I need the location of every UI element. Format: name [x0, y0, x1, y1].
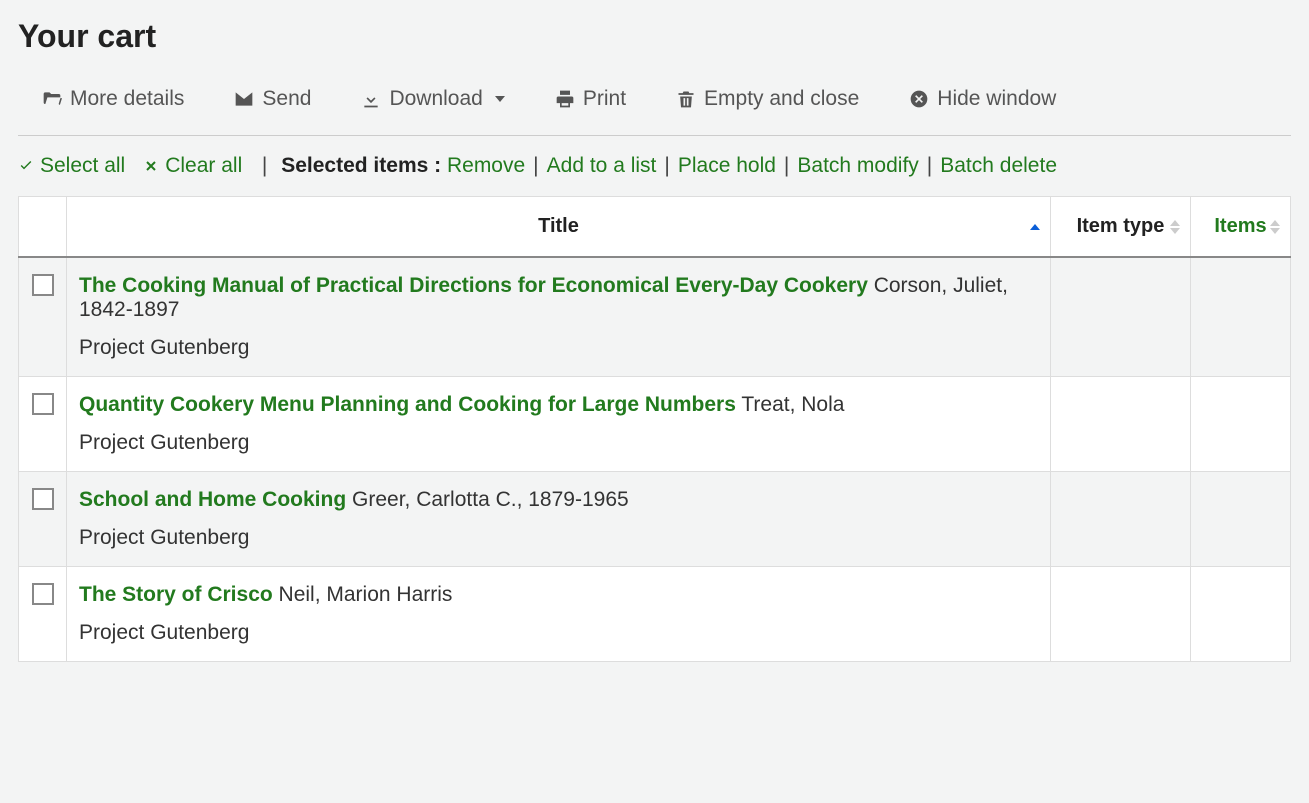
title-cell: Quantity Cookery Menu Planning and Cooki… — [67, 377, 1051, 472]
page-title: Your cart — [18, 18, 1291, 55]
hide-window-label: Hide window — [937, 87, 1056, 111]
col-items[interactable]: Items — [1191, 197, 1291, 258]
row-checkbox[interactable] — [32, 488, 54, 510]
add-to-list-link[interactable]: Add to a list — [547, 154, 657, 178]
table-row: The Story of Crisco Neil, Marion Harris P… — [19, 567, 1291, 662]
item-publisher: Project Gutenberg — [79, 431, 1038, 455]
row-checkbox[interactable] — [32, 583, 54, 605]
send-button[interactable]: Send — [234, 87, 311, 111]
chevron-down-icon — [495, 96, 505, 102]
title-cell: The Story of Crisco Neil, Marion Harris P… — [67, 567, 1051, 662]
download-label: Download — [389, 87, 482, 111]
col-title-label: Title — [538, 215, 579, 237]
print-button[interactable]: Print — [555, 87, 626, 111]
table-row: Quantity Cookery Menu Planning and Cooki… — [19, 377, 1291, 472]
table-header-row: Title Item type Items — [19, 197, 1291, 258]
checkbox-cell — [19, 567, 67, 662]
item-author: Treat, Nola — [736, 393, 845, 416]
row-checkbox[interactable] — [32, 393, 54, 415]
download-button[interactable]: Download — [361, 87, 504, 111]
print-icon — [555, 89, 575, 109]
sort-asc-icon — [1270, 220, 1280, 226]
checkbox-cell — [19, 257, 67, 377]
checkbox-cell — [19, 377, 67, 472]
empty-close-label: Empty and close — [704, 87, 859, 111]
item-publisher: Project Gutenberg — [79, 336, 1038, 360]
items-cell — [1191, 257, 1291, 377]
selection-bar: Select all Clear all | Selected items : … — [18, 154, 1291, 178]
check-icon — [18, 158, 34, 174]
row-checkbox[interactable] — [32, 274, 54, 296]
send-label: Send — [262, 87, 311, 111]
remove-link[interactable]: Remove — [447, 154, 525, 178]
item-publisher: Project Gutenberg — [79, 526, 1038, 550]
col-checkbox — [19, 197, 67, 258]
item-title-link[interactable]: School and Home Cooking — [79, 488, 346, 511]
envelope-icon — [234, 89, 254, 109]
selected-items-label: Selected items : — [281, 154, 441, 178]
checkbox-cell — [19, 472, 67, 567]
item-publisher: Project Gutenberg — [79, 621, 1038, 645]
item-title-link[interactable]: The Story of Crisco — [79, 583, 273, 606]
separator: | — [784, 154, 789, 178]
batch-delete-link[interactable]: Batch delete — [940, 154, 1057, 178]
sort-indicator — [1170, 220, 1180, 234]
title-cell: The Cooking Manual of Practical Directio… — [67, 257, 1051, 377]
select-all-label: Select all — [40, 154, 125, 178]
items-cell — [1191, 472, 1291, 567]
print-label: Print — [583, 87, 626, 111]
item-type-cell — [1051, 472, 1191, 567]
item-type-cell — [1051, 377, 1191, 472]
folder-open-icon — [42, 89, 62, 109]
item-type-cell — [1051, 257, 1191, 377]
items-cell — [1191, 567, 1291, 662]
download-icon — [361, 89, 381, 109]
toolbar: More details Send Download Print — [18, 79, 1291, 136]
title-cell: School and Home Cooking Greer, Carlotta … — [67, 472, 1051, 567]
items-cell — [1191, 377, 1291, 472]
trash-icon — [676, 89, 696, 109]
col-items-label: Items — [1214, 215, 1266, 237]
sort-desc-icon — [1170, 228, 1180, 234]
sort-asc-icon — [1030, 224, 1040, 230]
item-author: Greer, Carlotta C., 1879-1965 — [346, 488, 629, 511]
hide-window-button[interactable]: Hide window — [909, 87, 1056, 111]
batch-modify-link[interactable]: Batch modify — [797, 154, 918, 178]
separator: | — [250, 154, 273, 178]
clear-all-link[interactable]: Clear all — [143, 154, 242, 178]
cart-table: Title Item type Items — [18, 196, 1291, 662]
item-title-link[interactable]: The Cooking Manual of Practical Directio… — [79, 274, 868, 297]
separator: | — [533, 154, 538, 178]
sort-indicator — [1270, 220, 1280, 234]
item-title-link[interactable]: Quantity Cookery Menu Planning and Cooki… — [79, 393, 736, 416]
more-details-button[interactable]: More details — [42, 87, 184, 111]
more-details-label: More details — [70, 87, 184, 111]
separator: | — [927, 154, 932, 178]
col-item-type-label: Item type — [1077, 215, 1165, 237]
table-row: The Cooking Manual of Practical Directio… — [19, 257, 1291, 377]
item-author: Neil, Marion Harris — [273, 583, 453, 606]
place-hold-link[interactable]: Place hold — [678, 154, 776, 178]
item-type-cell — [1051, 567, 1191, 662]
sort-indicator — [1030, 224, 1040, 230]
table-row: School and Home Cooking Greer, Carlotta … — [19, 472, 1291, 567]
sort-asc-icon — [1170, 220, 1180, 226]
col-title[interactable]: Title — [67, 197, 1051, 258]
separator: | — [664, 154, 669, 178]
empty-close-button[interactable]: Empty and close — [676, 87, 859, 111]
sort-desc-icon — [1270, 228, 1280, 234]
col-item-type[interactable]: Item type — [1051, 197, 1191, 258]
select-all-link[interactable]: Select all — [18, 154, 125, 178]
x-icon — [143, 158, 159, 174]
close-circle-icon — [909, 89, 929, 109]
clear-all-label: Clear all — [165, 154, 242, 178]
